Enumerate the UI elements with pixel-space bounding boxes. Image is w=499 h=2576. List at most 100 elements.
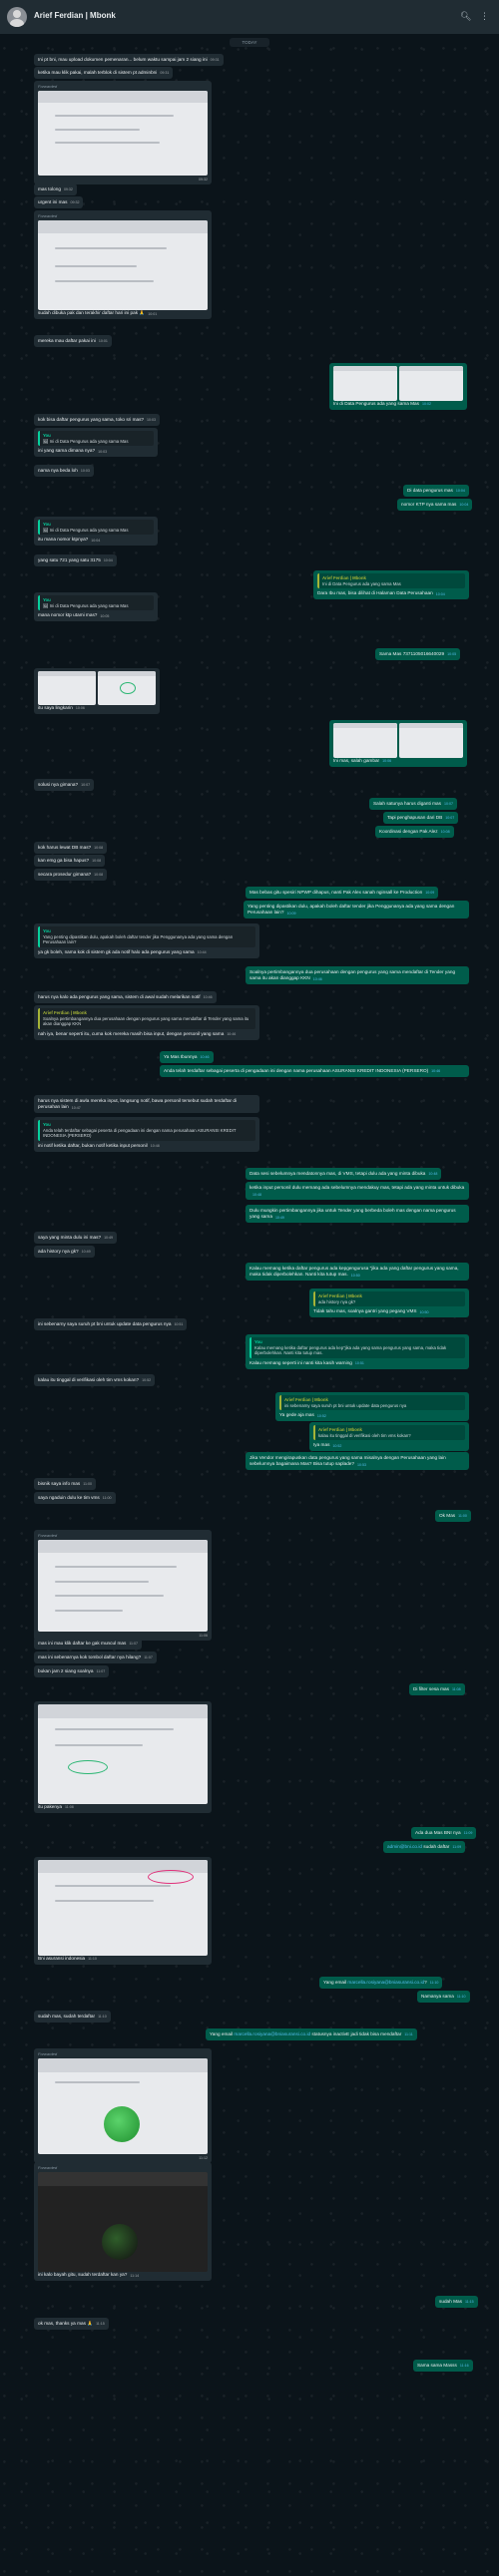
msg-m29[interactable]: Yang penting dipastikan dulu, apakah bol… — [244, 901, 469, 920]
screenshot-image[interactable] — [38, 671, 96, 705]
msg-m24[interactable]: Koordinasi dengan Pak Alez 10:08 — [375, 826, 454, 839]
msg-m4[interactable]: mas tolong 09:32 — [34, 184, 77, 196]
msg-m33[interactable]: Arief Ferdian | Mbonk Soalnya pertimbanga… — [34, 1005, 259, 1040]
msg-m67[interactable]: Forwarded 11:12 — [34, 2048, 212, 2164]
msg-m40[interactable]: Dulu mungkin pertimbangannya jika untuk … — [246, 1205, 469, 1224]
msg-m57[interactable]: bukan jam 2 siang soalnya 11:07 — [34, 1665, 110, 1678]
msg-m71[interactable]: ok mas, thanks ya mas 🙏 11:15 — [34, 2318, 109, 2331]
quoted-message[interactable]: Arief Ferdian | Mbonk ini sebenarny saya … — [279, 1395, 465, 1411]
screenshot-image[interactable] — [98, 671, 156, 705]
msg-m35[interactable]: Anda telah terdaftar sebagai peserta di … — [160, 1065, 469, 1078]
msg-m68[interactable]: Forwarded ini kalo bayah gitu, sudah ter… — [34, 2162, 212, 2282]
msg-m23[interactable]: Tapi penghapusan dari DB 10:07 — [383, 812, 459, 825]
msg-m50[interactable]: Jika Vendor mengirapuskan data pengurus … — [246, 1452, 469, 1471]
msg-m36[interactable]: harus nya sistem di awla mereka input, l… — [34, 1095, 259, 1114]
msg-m51[interactable]: bisnik saya info mas 11:00 — [34, 1478, 96, 1491]
quoted-message[interactable]: You Yang penting dipastikan dulu, apakah … — [38, 926, 255, 947]
msg-m65[interactable]: sudah mas, sudah terdaftar 11:10 — [34, 2011, 111, 2024]
msg-m64[interactable]: Namanya sama 11:10 — [417, 1991, 470, 2004]
msg-m3[interactable]: Forwarded 09:32 — [34, 81, 212, 185]
msg-m63[interactable]: Yang email marcella.rosiyana@bniasuransi… — [319, 1977, 443, 1990]
email-link[interactable]: admin@bni.co.id — [387, 1844, 422, 1849]
msg-m66[interactable]: Yang email marcella.rosiyana@bniasuransi… — [206, 2028, 417, 2041]
msg-m38[interactable]: Data sesi sebelumnya mendatonnya mas, di… — [246, 1168, 442, 1181]
msg-m62[interactable]: Bni asuransi indonesia 11:10 — [34, 1857, 212, 1966]
msg-m72[interactable]: Sama sama Masss 11:16 — [413, 2360, 473, 2373]
quoted-message[interactable]: You 🖼 Ini di Data Pengurus ada yang sama … — [38, 595, 154, 611]
msg-m34[interactable]: Ya Mas Ibunnya 10:46 — [160, 1051, 214, 1064]
msg-m19[interactable]: itu saya lingkarin 10:06 — [34, 668, 160, 715]
screenshot-image[interactable] — [38, 1860, 208, 1956]
screenshot-image[interactable] — [38, 2058, 208, 2155]
msg-m9[interactable]: kok bisa daftar pengurus yang sama, toko… — [34, 414, 161, 427]
msg-m52[interactable]: saya ngaduin dulu ke tim vms 11:00 — [34, 1492, 116, 1505]
msg-m16[interactable]: Arief Ferdian | Mbonk Ini di Data Penguru… — [313, 570, 469, 600]
msg-m47[interactable]: kalau itu tinggal di verifikasi oleh tim… — [34, 1374, 156, 1387]
screenshot-image[interactable] — [399, 366, 463, 401]
msg-m55[interactable]: mas ini mau klik daftar ke gak muncul ma… — [34, 1638, 143, 1651]
msg-m30[interactable]: You Yang penting dipastikan dulu, apakah … — [34, 923, 259, 958]
msg-m7[interactable]: mereka mau daftar pakai ini 10:01 — [34, 335, 112, 348]
screenshot-image[interactable] — [399, 723, 463, 758]
msg-m46[interactable]: You Kalau memang ketika daftar pengurus a… — [246, 1334, 469, 1369]
screenshot-image[interactable] — [38, 91, 208, 177]
msg-m56[interactable]: mas ini sebenarnya kok tombol daftar nya… — [34, 1652, 157, 1664]
msg-m5[interactable]: urgent ini mas 09:32 — [34, 196, 84, 209]
msg-m18[interactable]: Sama Mas 7371105016640029 10:05 — [375, 648, 461, 661]
quoted-message[interactable]: You Kalau memang ketika daftar pengurus a… — [250, 1337, 465, 1358]
msg-m26[interactable]: kan emg ga bisa hapus? 10:08 — [34, 855, 106, 868]
msg-m2[interactable]: ketika mau klik pakai, malah terblok di … — [34, 67, 174, 80]
screenshot-image[interactable] — [38, 1704, 208, 1804]
quoted-message[interactable]: You Anda telah terdaftar sebagai peserta … — [38, 1120, 255, 1141]
screenshot-image[interactable] — [38, 220, 208, 311]
msg-m13[interactable]: nomor KTP nya sama mas 10:04 — [397, 499, 473, 512]
msg-m45[interactable]: ini sebenarny saya suruh pt bni untuk up… — [34, 1318, 188, 1331]
msg-m49[interactable]: Arief Ferdian | Mbonk kalau itu tinggal d… — [309, 1422, 469, 1452]
msg-m32[interactable]: harus nya kalo ada pengurus yang sama, s… — [34, 991, 217, 1004]
msg-m27[interactable]: secara prosedur gimana? 10:08 — [34, 869, 108, 882]
email-link[interactable]: marcella.rosiyana@bniasuransi.co.id — [347, 1980, 424, 1985]
msg-m10[interactable]: You 🖼 Ini di Data Pengurus ada yang sama … — [34, 428, 158, 458]
msg-m21[interactable]: solusi nya gimana? 10:07 — [34, 779, 95, 792]
msg-m1[interactable]: Ini pt bni, mau upload dokumen pemenaran… — [34, 54, 224, 67]
email-link[interactable]: marcella.rosiyana@bniasuransi.co.id — [234, 2031, 310, 2036]
msg-m43[interactable]: Kalau memang ketika daftar pengurus ada … — [246, 1263, 469, 1282]
msg-m41[interactable]: saya yang minta dulu ini mas? 10:49 — [34, 1232, 118, 1245]
msg-m20[interactable]: Ini mas, salah gambar 10:06 — [329, 720, 467, 768]
msg-m59[interactable]: itu pakenya 11:08 — [34, 1701, 212, 1814]
msg-m15[interactable]: yang satu 721 yang satu 3175 10:04 — [34, 554, 117, 567]
screenshot-image[interactable] — [333, 723, 397, 758]
msg-m58[interactable]: Di filter sesa mas 11:08 — [409, 1683, 465, 1696]
quoted-message[interactable]: Arief Ferdian | Mbonk Soalnya pertimbanga… — [38, 1008, 255, 1029]
msg-m44[interactable]: Arief Ferdian | Mbonk ada history nya gk?… — [309, 1288, 469, 1318]
msg-m54[interactable]: Forwarded 11:06 — [34, 1530, 212, 1642]
msg-m11[interactable]: nama nya beda loh 10:03 — [34, 465, 94, 478]
menu-icon[interactable]: ⋮ — [480, 11, 489, 21]
screenshot-image[interactable] — [38, 2172, 208, 2273]
quoted-message[interactable]: Arief Ferdian | Mbonk kalau itu tinggal d… — [313, 1425, 465, 1441]
msg-m61[interactable]: admin@bni.co.id sudah daftar 11:09 — [383, 1841, 466, 1854]
quoted-message[interactable]: You 🖼 Ini di Data Pengurus ada yang sama … — [38, 520, 154, 536]
msg-m48[interactable]: Arief Ferdian | Mbonk ini sebenarny saya … — [275, 1392, 469, 1422]
quoted-message[interactable]: Arief Ferdian | Mbonk ada history nya gk? — [313, 1291, 465, 1307]
msg-m8[interactable]: Ini di Data Pengurus ada yang sama Mas 10… — [329, 363, 467, 411]
msg-m22[interactable]: Salah satunya harus diganti mas 10:07 — [369, 798, 458, 811]
msg-m70[interactable]: sudah Mas 11:15 — [435, 2296, 478, 2309]
msg-m37[interactable]: You Anda telah terdaftar sebagai peserta … — [34, 1117, 259, 1152]
msg-m60[interactable]: Ada dua Mas BNI nya 11:09 — [411, 1827, 477, 1840]
msg-m39[interactable]: ketika input personil dulu memang ada se… — [246, 1182, 469, 1201]
quoted-message[interactable]: You 🖼 Ini di Data Pengurus ada yang sama … — [38, 431, 154, 447]
msg-m25[interactable]: kok harus lewat DB mas? 10:08 — [34, 842, 108, 855]
screenshot-image[interactable] — [333, 366, 397, 401]
msg-m53[interactable]: Ok Mas 11:00 — [435, 1510, 471, 1523]
contact-name[interactable]: Arief Ferdian | Mbonk — [34, 11, 116, 20]
msg-m28[interactable]: Mas bebas gitu spesiri NPWP dihapus, nan… — [246, 887, 439, 900]
msg-m12[interactable]: Di data pengurus mas 10:04 — [403, 485, 469, 498]
msg-m14[interactable]: You 🖼 Ini di Data Pengurus ada yang sama … — [34, 517, 158, 547]
msg-m6[interactable]: Forwarded sudah dibuka pak dan terakhir … — [34, 210, 212, 320]
msg-m42[interactable]: ada history nya gk? 10:49 — [34, 1246, 95, 1259]
msg-m31[interactable]: Soalnya pertimbangannya dua perusahaan d… — [246, 966, 469, 985]
screenshot-image[interactable] — [38, 1540, 208, 1633]
search-icon[interactable]: 🔍︎ — [460, 11, 471, 21]
msg-m17[interactable]: You 🖼 Ini di Data Pengurus ada yang sama … — [34, 592, 158, 622]
